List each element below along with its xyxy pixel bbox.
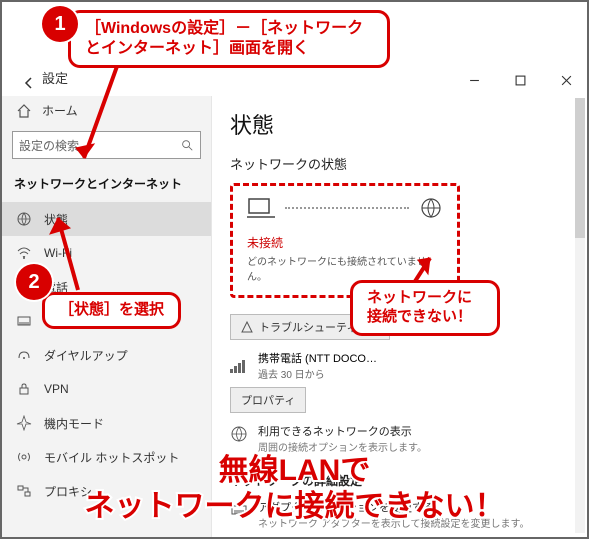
sidebar-item-label: ダイヤルアップ [44,347,128,364]
sidebar-item-label: モバイル ホットスポット [44,449,179,466]
properties-label: プロパティ [241,392,295,408]
sidebar-item-airplane[interactable]: 機内モード [2,406,211,440]
home-icon [16,103,32,119]
signal-bars-icon [230,359,248,373]
sidebar-item-status[interactable]: 状態 [2,202,211,236]
back-icon[interactable] [22,76,36,90]
adapter-title: アダプターのオプションを変更する [258,499,529,515]
carrier-row: 携帯電話 (NTT DOCO… 過去 30 日から [230,350,569,381]
network-diagram [247,196,443,220]
annotation-bubble-2: ［状態］を選択 [42,292,181,329]
sidebar-item-label: VPN [44,382,69,396]
carrier-name: 携帯電話 (NTT DOCO… [258,350,377,366]
annotation-bubble-3: ネットワークに接続できない！ [350,280,500,336]
sidebar-nav: 状態 Wi-Fi 電話 イーサネット ダイヤルアップ VPN [2,202,211,508]
window: 設定 ホーム 設定の検索 ネットワークとインターネット 状態 Wi-Fi [2,2,587,537]
network-status-heading: ネットワークの状態 [230,154,569,173]
status-icon [16,211,32,227]
show-networks-title: 利用できるネットワークの表示 [258,423,427,439]
advanced-heading: ネットワークの詳細設定 [230,472,569,489]
ethernet-icon [16,313,32,329]
adapter-icon [230,501,248,519]
globe-icon [419,196,443,220]
warning-icon [241,321,253,333]
sidebar-item-label: プロキシ [44,483,92,500]
search-icon [180,138,194,152]
hotspot-icon [16,449,32,465]
dialup-icon [16,347,32,363]
annotation-badge-2: 2 [16,264,52,300]
annotation-badge-1: 1 [42,6,78,42]
sidebar-item-label: 機内モード [44,415,104,432]
properties-button[interactable]: プロパティ [230,387,306,413]
show-networks-desc: 周囲の接続オプションを表示します。 [258,439,427,454]
annotation-bubble-1: ［Windowsの設定］－［ネットワークとインターネット］画面を開く [68,10,390,68]
close-button[interactable] [551,67,581,93]
window-title: 設定 [42,68,68,87]
airplane-icon [16,415,32,431]
minimize-button[interactable] [459,67,489,93]
adapter-options-row[interactable]: アダプターのオプションを変更する ネットワーク アダプターを表示して接続設定を変… [230,499,569,530]
scrollbar[interactable] [575,98,585,533]
page-title: 状態 [230,108,569,140]
status-disconnected: 未接続 [247,234,443,251]
proxy-icon [16,483,32,499]
sidebar-item-vpn[interactable]: VPN [2,372,211,406]
scrollbar-thumb[interactable] [575,98,585,238]
pc-icon [247,197,275,219]
maximize-button[interactable] [505,67,535,93]
vpn-icon [16,381,32,397]
connection-line [285,207,409,209]
sidebar-item-hotspot[interactable]: モバイル ホットスポット [2,440,211,474]
annotation-arrow-2 [48,208,98,294]
adapter-desc: ネットワーク アダプターを表示して接続設定を変更します。 [258,515,529,530]
annotation-arrow-1 [72,54,132,174]
sidebar-item-proxy[interactable]: プロキシ [2,474,211,508]
carrier-period: 過去 30 日から [258,366,377,381]
sidebar-item-dialup[interactable]: ダイヤルアップ [2,338,211,372]
globe-icon [230,425,248,443]
show-networks-row[interactable]: 利用できるネットワークの表示 周囲の接続オプションを表示します。 [230,423,569,454]
wifi-icon [16,245,32,261]
